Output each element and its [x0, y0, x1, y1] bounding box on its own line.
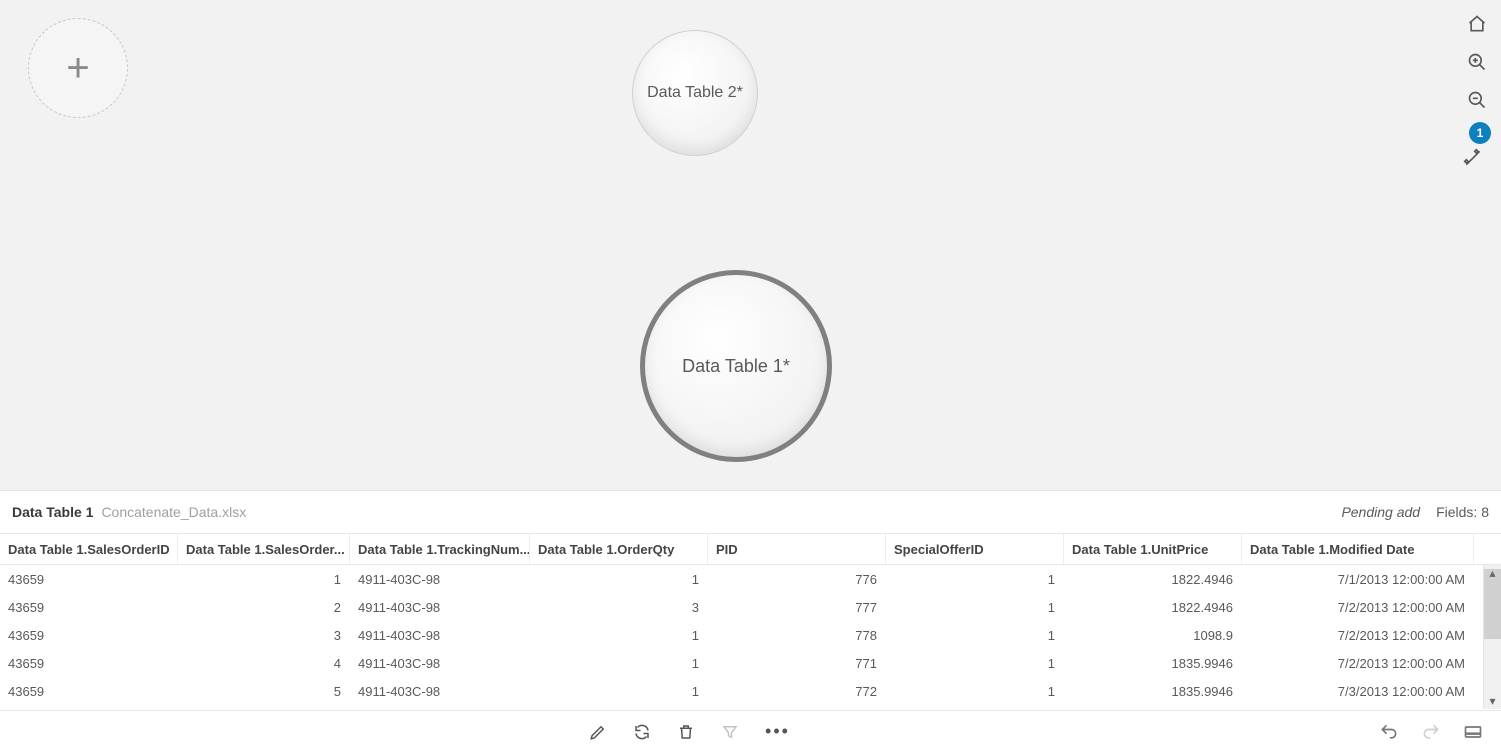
panel-header: Data Table 1 Concatenate_Data.xlsx Pendi… [0, 491, 1501, 533]
bubble-label: Data Table 2* [647, 84, 743, 102]
trash-icon[interactable] [677, 721, 695, 742]
table-name: Data Table 1 [12, 504, 93, 520]
cell: 1835.9946 [1064, 649, 1242, 677]
table-bubble-data-table-1[interactable]: Data Table 1* [640, 270, 832, 462]
cell: 4911-403C-98 [350, 593, 530, 621]
cell: 7/2/2013 12:00:00 AM [1242, 593, 1474, 621]
zoom-out-icon[interactable] [1465, 88, 1489, 112]
table-row[interactable]: 43659 5 4911-403C-98 1 772 1 1835.9946 7… [0, 677, 1501, 705]
cell: 776 [708, 565, 886, 593]
cell: 1 [530, 621, 708, 649]
notification-badge[interactable]: 1 [1469, 122, 1491, 144]
home-icon[interactable] [1465, 12, 1489, 36]
cell: 7/2/2013 12:00:00 AM [1242, 649, 1474, 677]
cell: 43659 [0, 565, 178, 593]
badge-count: 1 [1477, 126, 1484, 140]
column-header[interactable]: Data Table 1.UnitPrice [1064, 534, 1242, 564]
add-data-button[interactable]: + [28, 18, 128, 118]
table-body: 43659 1 4911-403C-98 1 776 1 1822.4946 7… [0, 565, 1501, 705]
cell: 1 [886, 621, 1064, 649]
column-header[interactable]: Data Table 1.SalesOrder... [178, 534, 350, 564]
table-header-row: Data Table 1.SalesOrderID Data Table 1.S… [0, 533, 1501, 565]
cell: 1 [530, 649, 708, 677]
cell: 771 [708, 649, 886, 677]
undo-icon[interactable] [1379, 722, 1399, 742]
filter-icon[interactable] [721, 721, 739, 742]
cell: 1822.4946 [1064, 593, 1242, 621]
table-row[interactable]: 43659 1 4911-403C-98 1 776 1 1822.4946 7… [0, 565, 1501, 593]
cell: 778 [708, 621, 886, 649]
redo-icon[interactable] [1421, 722, 1441, 742]
vertical-scrollbar[interactable]: ▴ ▾ [1483, 565, 1501, 709]
column-header[interactable]: PID [708, 534, 886, 564]
cell: 1 [886, 677, 1064, 705]
cell: 43659 [0, 677, 178, 705]
cell: 1 [886, 593, 1064, 621]
preview-panel: Data Table 1 Concatenate_Data.xlsx Pendi… [0, 490, 1501, 752]
cell: 772 [708, 677, 886, 705]
cell: 1 [530, 565, 708, 593]
zoom-in-icon[interactable] [1465, 50, 1489, 74]
source-file: Concatenate_Data.xlsx [101, 504, 246, 520]
scroll-up-arrow[interactable]: ▴ [1484, 565, 1501, 581]
cell: 7/3/2013 12:00:00 AM [1242, 677, 1474, 705]
cell: 1 [886, 565, 1064, 593]
fields-count: Fields: 8 [1436, 504, 1489, 520]
pending-status: Pending add [1341, 504, 1420, 520]
cell: 4911-403C-98 [350, 621, 530, 649]
column-header[interactable]: Data Table 1.Modified Date [1242, 534, 1474, 564]
bubble-label: Data Table 1* [682, 356, 790, 377]
scroll-down-arrow[interactable]: ▾ [1484, 693, 1501, 709]
cell: 777 [708, 593, 886, 621]
cell: 1822.4946 [1064, 565, 1242, 593]
more-icon[interactable]: ••• [765, 721, 790, 742]
cell: 1 [886, 649, 1064, 677]
plus-icon: + [66, 48, 89, 88]
column-header[interactable]: SpecialOfferID [886, 534, 1064, 564]
table-row[interactable]: 43659 2 4911-403C-98 3 777 1 1822.4946 7… [0, 593, 1501, 621]
cell: 43659 [0, 621, 178, 649]
cell: 4911-403C-98 [350, 565, 530, 593]
cell: 3 [530, 593, 708, 621]
cell: 1835.9946 [1064, 677, 1242, 705]
cell: 1 [178, 565, 350, 593]
column-header[interactable]: Data Table 1.TrackingNum... [350, 534, 530, 564]
cell: 4911-403C-98 [350, 649, 530, 677]
cell: 43659 [0, 593, 178, 621]
cell: 4911-403C-98 [350, 677, 530, 705]
panel-toggle-icon[interactable] [1463, 722, 1483, 742]
cell: 43659 [0, 649, 178, 677]
data-canvas[interactable]: + Data Table 2* Data Table 1* 1 [0, 0, 1501, 490]
table-row[interactable]: 43659 4 4911-403C-98 1 771 1 1835.9946 7… [0, 649, 1501, 677]
footer-toolbar: ••• [0, 710, 1501, 752]
refresh-icon[interactable] [633, 721, 651, 742]
data-table: Data Table 1.SalesOrderID Data Table 1.S… [0, 533, 1501, 711]
cell: 3 [178, 621, 350, 649]
cell: 1 [530, 677, 708, 705]
edit-icon[interactable] [589, 721, 607, 742]
cell: 7/2/2013 12:00:00 AM [1242, 621, 1474, 649]
table-bubble-data-table-2[interactable]: Data Table 2* [632, 30, 758, 156]
table-row[interactable]: 43659 3 4911-403C-98 1 778 1 1098.9 7/2/… [0, 621, 1501, 649]
column-header[interactable]: Data Table 1.SalesOrderID [0, 534, 178, 564]
column-header[interactable]: Data Table 1.OrderQty [530, 534, 708, 564]
cell: 2 [178, 593, 350, 621]
cell: 5 [178, 677, 350, 705]
cell: 4 [178, 649, 350, 677]
cell: 7/1/2013 12:00:00 AM [1242, 565, 1474, 593]
cell: 1098.9 [1064, 621, 1242, 649]
wand-icon[interactable] [1463, 148, 1483, 168]
